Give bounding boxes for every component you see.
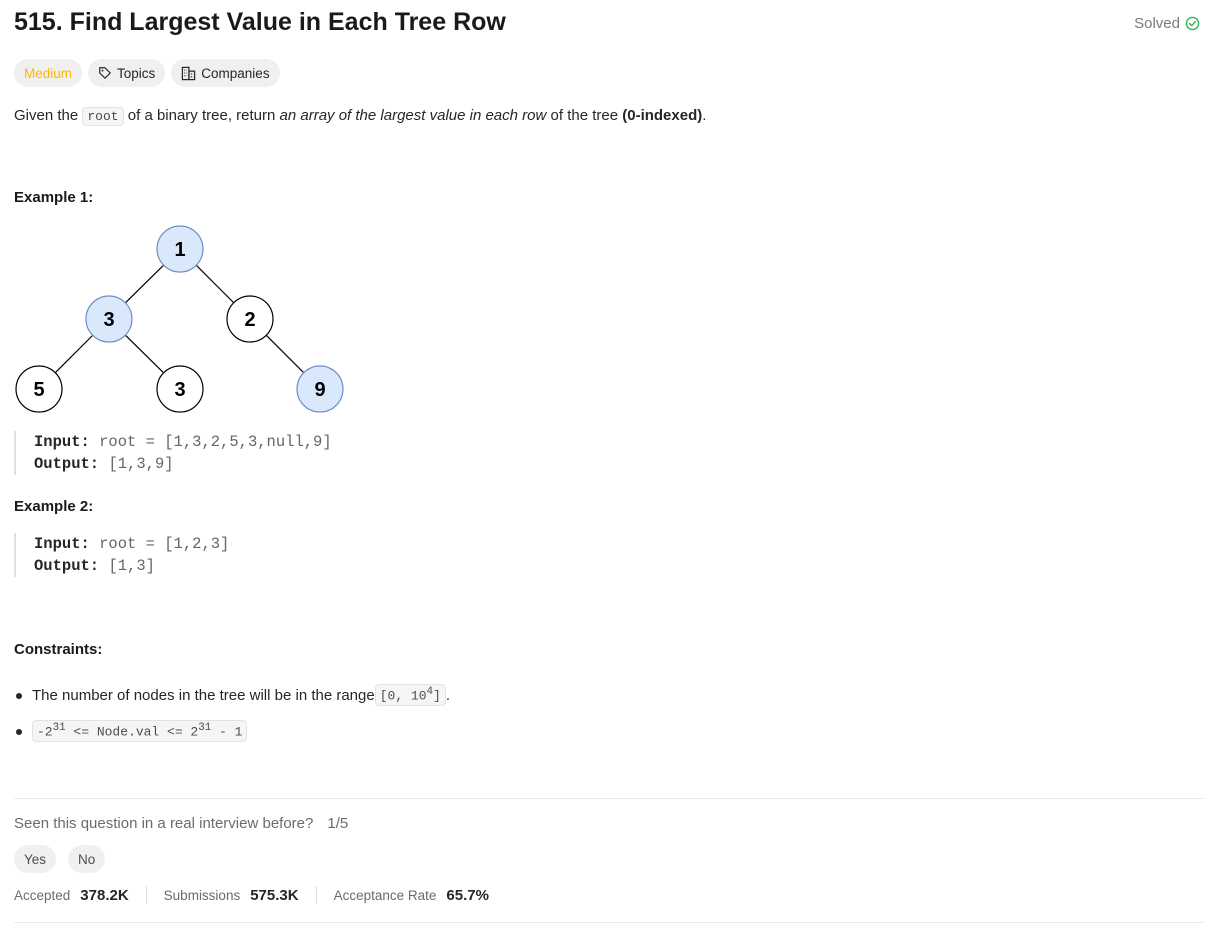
- stat-label: Accepted: [14, 887, 71, 903]
- tree-node-label: 2: [244, 309, 255, 331]
- desc-strong: (0-indexed): [622, 107, 703, 124]
- tree-node: 3: [156, 365, 204, 413]
- tree-node-label: 1: [174, 239, 185, 261]
- stat-separator: [315, 886, 317, 904]
- constraints-list: The number of nodes in the tree will be …: [14, 677, 450, 749]
- tree-node-label: 3: [174, 379, 185, 401]
- problem-description: Given the root of a binary tree, return …: [14, 105, 706, 128]
- input-label: Input:: [34, 433, 90, 451]
- desc-text: .: [702, 107, 707, 124]
- output-label: Output:: [34, 557, 100, 575]
- code-part: -2: [37, 724, 53, 740]
- input-value: root = [1,3,2,5,3,null,9]: [99, 433, 332, 451]
- inline-code: [0, 104]: [374, 684, 446, 706]
- tag-icon: [98, 66, 112, 80]
- inline-code: -231 <= Node.val <= 231 - 1: [32, 720, 248, 742]
- example-2-heading: Example 2:: [14, 498, 94, 515]
- inline-code: root: [82, 107, 124, 126]
- stats-bar: Accepted 378.2K Submissions 575.3K Accepta…: [14, 886, 489, 904]
- input-value: root = [1,2,3]: [99, 535, 230, 553]
- output-value: [1,3,9]: [108, 455, 174, 473]
- constraint-item: -231 <= Node.val <= 231 - 1: [14, 713, 450, 749]
- building-icon: [181, 66, 196, 81]
- input-label: Input:: [34, 535, 90, 553]
- stat-value: 65.7%: [446, 886, 489, 904]
- input-line: Input: root = [1,3,2,5,3,null,9]: [34, 431, 332, 453]
- tree-node: 2: [226, 295, 274, 343]
- example-1-code-block: Input: root = [1,3,2,5,3,null,9] Output:…: [14, 431, 332, 475]
- tag-bar: Medium Topics Companies: [14, 59, 280, 87]
- companies-button[interactable]: Companies: [171, 59, 280, 87]
- no-button[interactable]: No: [68, 845, 106, 873]
- code-part: [0, 10: [379, 688, 427, 704]
- tree-node-label: 9: [314, 379, 325, 401]
- divider: [14, 922, 1204, 923]
- stat-label: Acceptance Rate: [333, 887, 437, 903]
- interview-answer-buttons: Yes No: [14, 845, 106, 873]
- desc-emphasis: an array of the largest value in each ro…: [279, 107, 547, 124]
- submissions-stat: Submissions 575.3K: [164, 887, 299, 904]
- tree-node: 5: [15, 365, 63, 413]
- output-label: Output:: [34, 455, 100, 473]
- stat-value: 378.2K: [80, 886, 129, 904]
- code-sup: 31: [52, 722, 66, 735]
- output-line: Output: [1,3]: [34, 555, 229, 577]
- interview-question-text: Seen this question in a real interview b…: [14, 815, 314, 832]
- divider: [14, 798, 1204, 799]
- desc-text: of the tree: [546, 107, 623, 124]
- check-circle-icon: [1185, 16, 1200, 31]
- stat-value: 575.3K: [250, 886, 299, 904]
- solved-label: Solved: [1134, 15, 1180, 32]
- tree-node-label: 5: [33, 379, 44, 401]
- input-line: Input: root = [1,2,3]: [34, 533, 229, 555]
- stat-label: Submissions: [163, 887, 241, 903]
- problem-title: 515. Find Largest Value in Each Tree Row: [14, 8, 506, 36]
- constraints-heading: Constraints:: [14, 641, 103, 658]
- desc-text: of a binary tree, return: [123, 107, 280, 124]
- constraint-text: .: [445, 686, 451, 704]
- example-1-heading: Example 1:: [14, 189, 94, 206]
- code-part: <= Node.val <= 2: [65, 724, 199, 740]
- tree-node: 1: [156, 225, 204, 273]
- example-2-code-block: Input: root = [1,2,3] Output: [1,3]: [14, 533, 229, 577]
- topics-label: Topics: [117, 65, 156, 81]
- interview-ratio: 1/5: [327, 815, 349, 832]
- output-value: [1,3]: [108, 557, 155, 575]
- code-sup: 31: [198, 722, 212, 735]
- tree-node: 3: [85, 295, 133, 343]
- tree-node: 9: [296, 365, 344, 413]
- code-part: - 1: [211, 724, 243, 740]
- companies-label: Companies: [201, 65, 270, 81]
- topics-button[interactable]: Topics: [88, 59, 166, 87]
- interview-question: Seen this question in a real interview b…: [14, 815, 348, 832]
- desc-text: Given the: [14, 107, 83, 124]
- tree-node-label: 3: [103, 309, 114, 331]
- output-line: Output: [1,3,9]: [34, 453, 332, 475]
- acceptance-rate-stat: Acceptance Rate 65.7%: [334, 887, 489, 904]
- code-part: ]: [433, 688, 441, 704]
- constraint-item: The number of nodes in the tree will be …: [14, 677, 450, 713]
- yes-button[interactable]: Yes: [14, 845, 57, 873]
- difficulty-badge[interactable]: Medium: [14, 59, 83, 87]
- constraint-text: The number of nodes in the tree will be …: [32, 686, 375, 704]
- solved-status: Solved: [1134, 15, 1200, 32]
- accepted-stat: Accepted 378.2K: [14, 887, 129, 904]
- stat-separator: [145, 886, 147, 904]
- example-1-tree-diagram: 1 3 2 5 3 9: [15, 225, 344, 413]
